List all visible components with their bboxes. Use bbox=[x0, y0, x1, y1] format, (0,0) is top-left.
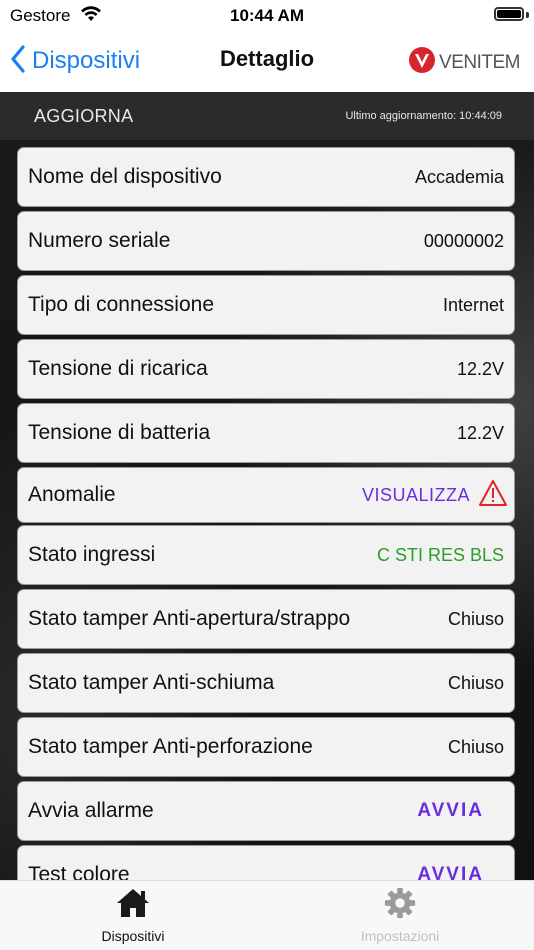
row-value: 12.2V bbox=[456, 359, 504, 379]
row-value: Chiuso bbox=[447, 737, 504, 757]
detail-content[interactable]: AGGIORNA Ultimo aggiornamento: 10:44:09 … bbox=[0, 92, 534, 880]
row-label: Test colore bbox=[28, 863, 130, 880]
view-anomalies-link[interactable]: VISUALIZZA bbox=[362, 468, 470, 522]
row-label: Anomalie bbox=[28, 483, 116, 506]
row-device-name: Nome del dispositivo Accademia bbox=[17, 147, 515, 207]
start-alarm-button[interactable]: AVVIA bbox=[417, 782, 484, 840]
tab-label: Dispositivi bbox=[101, 928, 165, 944]
row-color-test[interactable]: Test colore AVVIA bbox=[17, 845, 515, 880]
battery-tip bbox=[526, 12, 529, 18]
venitem-logo-icon bbox=[408, 46, 436, 79]
update-bar: AGGIORNA Ultimo aggiornamento: 10:44:09 bbox=[0, 92, 534, 140]
row-value: C STI RES BLS bbox=[376, 545, 504, 565]
brand-logo: VENITEM bbox=[408, 46, 520, 79]
row-label: Tensione di batteria bbox=[28, 421, 211, 444]
row-label: Nome del dispositivo bbox=[28, 165, 222, 188]
color-test-button[interactable]: AVVIA bbox=[417, 846, 484, 880]
row-value: Chiuso bbox=[447, 609, 504, 629]
gear-icon bbox=[383, 887, 417, 923]
refresh-button[interactable]: AGGIORNA bbox=[34, 106, 133, 127]
row-label: Avvia allarme bbox=[28, 799, 154, 822]
row-label: Stato tamper Anti-schiuma bbox=[28, 671, 275, 694]
row-tamper-opening: Stato tamper Anti-apertura/strappo Chius… bbox=[17, 589, 515, 649]
row-connection-type: Tipo di connessione Internet bbox=[17, 275, 515, 335]
anomalies-action[interactable]: VISUALIZZA bbox=[362, 468, 508, 522]
row-label: Tipo di connessione bbox=[28, 293, 215, 316]
tab-bar: Dispositivi Impostazioni bbox=[0, 880, 534, 950]
row-label: Stato ingressi bbox=[28, 543, 156, 566]
battery-icon bbox=[494, 7, 524, 21]
last-update-text: Ultimo aggiornamento: 10:44:09 bbox=[345, 110, 502, 122]
row-value: 00000002 bbox=[423, 231, 504, 251]
row-battery-voltage: Tensione di batteria 12.2V bbox=[17, 403, 515, 463]
row-tamper-foam: Stato tamper Anti-schiuma Chiuso bbox=[17, 653, 515, 713]
house-icon bbox=[115, 889, 151, 923]
row-label: Stato tamper Anti-apertura/strappo bbox=[28, 607, 351, 630]
logo-text: VENITEM bbox=[439, 51, 520, 73]
tab-label: Impostazioni bbox=[360, 928, 440, 944]
warning-icon bbox=[478, 479, 508, 512]
tab-devices[interactable]: Dispositivi bbox=[63, 887, 203, 944]
row-serial-number: Numero seriale 00000002 bbox=[17, 211, 515, 271]
status-bar: Gestore 10:44 AM bbox=[0, 0, 534, 30]
row-value: Accademia bbox=[414, 167, 504, 187]
row-input-status: Stato ingressi C STI RES BLS bbox=[17, 525, 515, 585]
row-label: Numero seriale bbox=[28, 229, 171, 252]
row-label: Tensione di ricarica bbox=[28, 357, 208, 380]
clock: 10:44 AM bbox=[229, 6, 304, 25]
tab-settings[interactable]: Impostazioni bbox=[330, 887, 470, 944]
row-charge-voltage: Tensione di ricarica 12.2V bbox=[17, 339, 515, 399]
navigation-bar: Dispositivi Dettaglio VENITEM bbox=[0, 30, 534, 92]
row-value: Chiuso bbox=[447, 673, 504, 693]
row-tamper-drilling: Stato tamper Anti-perforazione Chiuso bbox=[17, 717, 515, 777]
row-value: 12.2V bbox=[456, 423, 504, 443]
row-label: Stato tamper Anti-perforazione bbox=[28, 735, 313, 758]
row-value: Internet bbox=[442, 295, 504, 315]
row-anomalies[interactable]: Anomalie VISUALIZZA bbox=[17, 467, 515, 523]
row-start-alarm[interactable]: Avvia allarme AVVIA bbox=[17, 781, 515, 841]
